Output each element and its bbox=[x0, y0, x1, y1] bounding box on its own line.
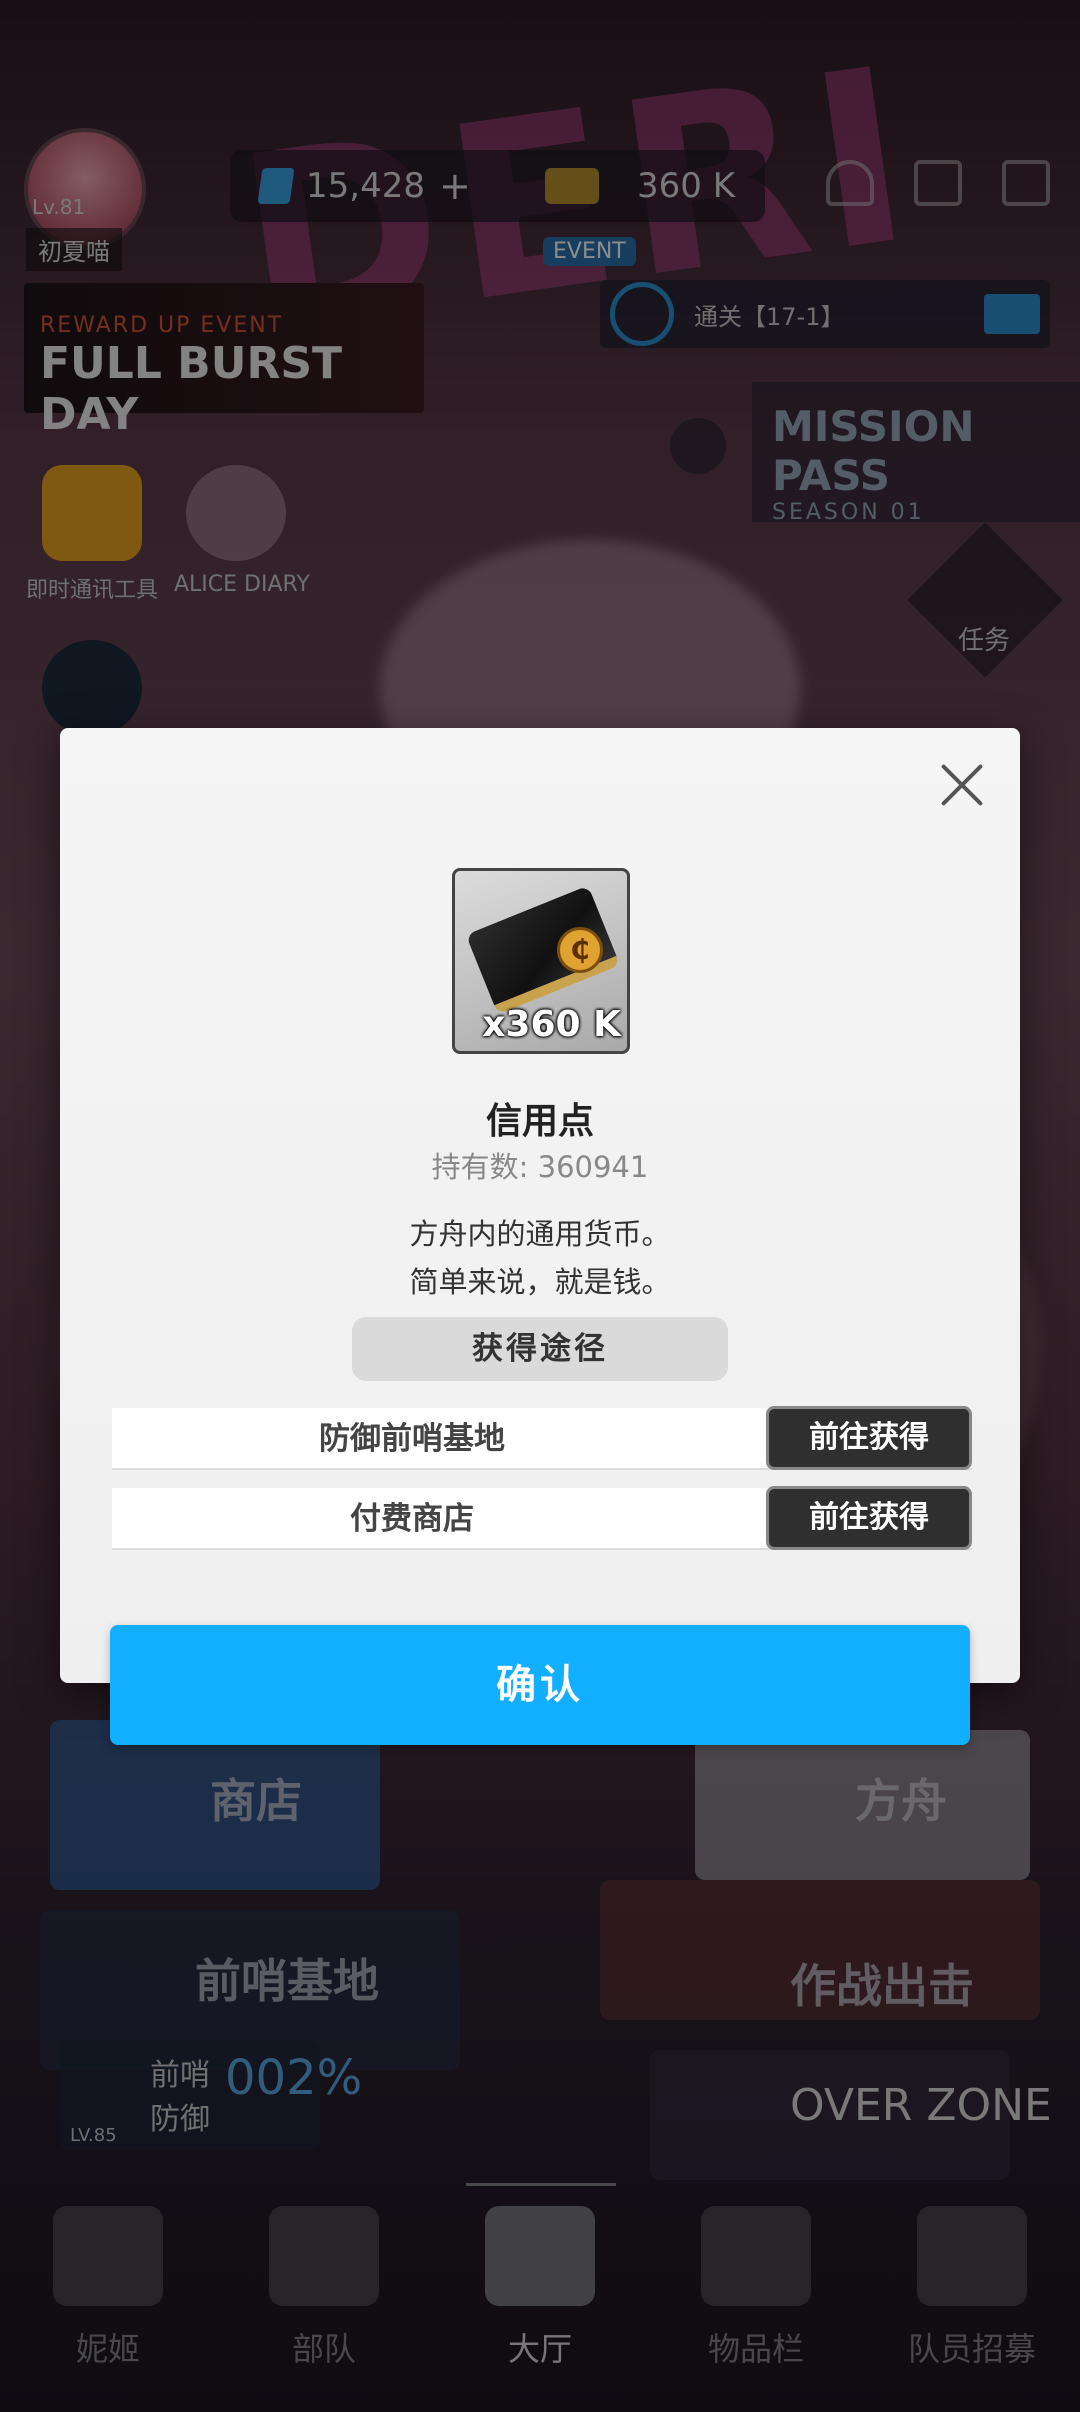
item-description: 方舟内的通用货币。 简单来说，就是钱。 bbox=[60, 1210, 1020, 1306]
sources-header: 获得途径 bbox=[352, 1317, 728, 1381]
item-description-line1: 方舟内的通用货币。 bbox=[409, 1217, 671, 1251]
source-name: 付费商店 bbox=[350, 1501, 474, 1537]
item-owned-count: 持有数: 360941 bbox=[431, 1150, 649, 1184]
item-info-modal: ₵ x360 K 信用点 持有数: 360941 方舟内的通用货币。 简单来说，… bbox=[60, 728, 1020, 1683]
go-obtain-button[interactable]: 前往获得 bbox=[766, 1406, 972, 1470]
confirm-button[interactable]: 确认 bbox=[110, 1625, 970, 1745]
close-icon[interactable] bbox=[932, 756, 992, 816]
item-quantity: x360 K bbox=[482, 1004, 621, 1045]
source-name: 防御前哨基地 bbox=[319, 1421, 505, 1457]
credit-coin-icon: ₵ bbox=[557, 927, 603, 973]
source-row: 防御前哨基地 前往获得 bbox=[112, 1406, 972, 1470]
item-description-line2: 简单来说，就是钱。 bbox=[409, 1265, 671, 1299]
go-obtain-button[interactable]: 前往获得 bbox=[766, 1486, 972, 1550]
source-row: 付费商店 前往获得 bbox=[112, 1486, 972, 1550]
item-icon-box: ₵ x360 K bbox=[452, 868, 630, 1054]
item-name: 信用点 bbox=[485, 1101, 594, 1142]
